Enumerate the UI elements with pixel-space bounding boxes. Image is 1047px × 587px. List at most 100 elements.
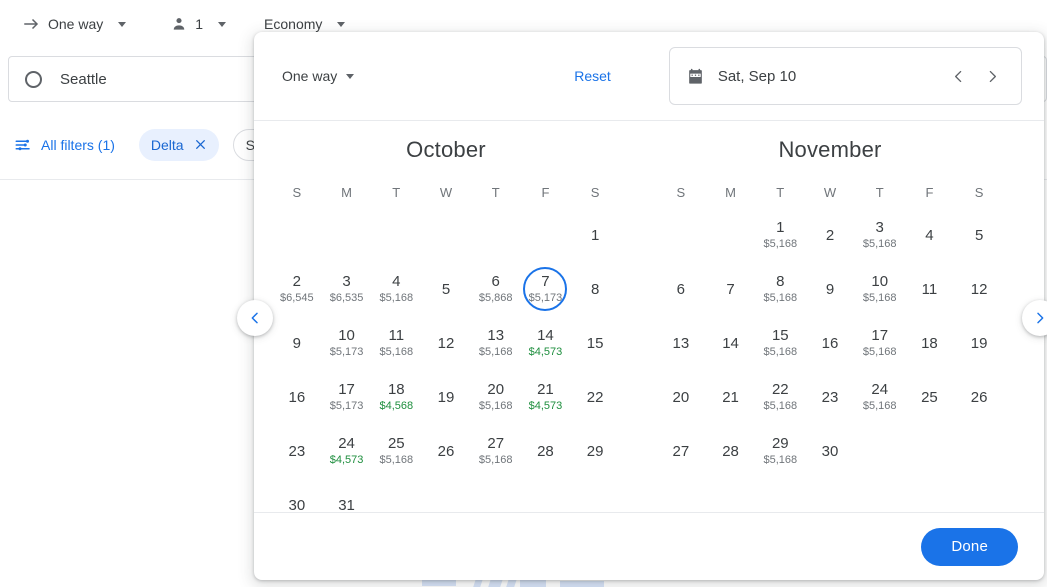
calendar-day-cell[interactable]: 10 $5,173 xyxy=(322,319,372,367)
calendar-day-cell[interactable]: 8 $5,168 xyxy=(755,265,805,313)
calendar-day-cell[interactable]: 1 xyxy=(570,211,620,259)
day-number: 20 xyxy=(672,388,690,406)
calendar-day-cell[interactable]: 9 xyxy=(272,319,322,367)
calendar-day-cell[interactable]: 12 xyxy=(954,265,1004,313)
calendar-day-cell[interactable]: 23 xyxy=(805,373,855,421)
calendar-day-cell[interactable]: 1 $5,168 xyxy=(755,211,805,259)
previous-day-button[interactable] xyxy=(941,59,975,93)
calendar-day-cell[interactable]: 25 xyxy=(905,373,955,421)
calendar-day-cell[interactable]: 26 xyxy=(954,373,1004,421)
day-number: 20 xyxy=(487,381,505,398)
calendar-day-cell[interactable]: 5 xyxy=(421,265,471,313)
calendar-day-cell[interactable]: 19 xyxy=(954,319,1004,367)
calendar-day-cell[interactable]: 18 $4,568 xyxy=(371,373,421,421)
calendar-day-cell[interactable]: 26 xyxy=(421,427,471,475)
calendar-empty-cell xyxy=(855,427,905,475)
calendar-day-cell[interactable]: 2 xyxy=(805,211,855,259)
calendar-day-cell[interactable]: 17 $5,173 xyxy=(322,373,372,421)
calendar-day-cell[interactable]: 4 $5,168 xyxy=(371,265,421,313)
calendar-day-cell[interactable]: 8 xyxy=(570,265,620,313)
day-number: 28 xyxy=(537,442,554,460)
calendar-day-cell[interactable]: 3 $5,168 xyxy=(855,211,905,259)
calendar-day-cell[interactable]: 14 $4,573 xyxy=(521,319,571,367)
day-number: 10 xyxy=(338,327,355,344)
calendar-day-cell[interactable]: 29 $5,168 xyxy=(755,427,805,475)
calendar-day-cell[interactable]: 16 xyxy=(272,373,322,421)
calendar-day-cell[interactable]: 5 xyxy=(954,211,1004,259)
calendar-day-cell[interactable]: 27 xyxy=(656,427,706,475)
chevron-down-icon xyxy=(346,73,355,79)
all-filters-label: All filters (1) xyxy=(41,136,115,153)
day-price: $5,168 xyxy=(763,292,798,304)
day-number: 5 xyxy=(441,280,451,298)
all-filters-button[interactable]: All filters (1) xyxy=(14,129,125,161)
calendar-day-cell[interactable]: 29 xyxy=(570,427,620,475)
calendar-day-cell[interactable]: 2 $6,545 xyxy=(272,265,322,313)
trip-type-selector[interactable]: One way xyxy=(14,7,134,41)
calendar-day-cell[interactable]: 11 $5,168 xyxy=(371,319,421,367)
day-number: 24 xyxy=(871,381,889,398)
calendar-day-cell[interactable]: 18 xyxy=(905,319,955,367)
reset-button[interactable]: Reset xyxy=(574,68,611,84)
calendar-week-row: 9 10 $5,173 11 $5,168 12 13 $5,168 14 $4,573 15 xyxy=(254,319,638,367)
calendar-day-cell[interactable]: 16 xyxy=(805,319,855,367)
calendar-day-cell[interactable]: 7 $5,173 xyxy=(521,265,571,313)
calendar-day-cell[interactable]: 15 xyxy=(570,319,620,367)
day-number: 15 xyxy=(771,327,789,344)
calendar-day-cell[interactable]: 17 $5,168 xyxy=(855,319,905,367)
day-number: 9 xyxy=(825,280,835,298)
calendar-day-cell[interactable]: 4 xyxy=(905,211,955,259)
filter-chip-airline[interactable]: Delta xyxy=(138,128,219,161)
calendar-week-row: 16 17 $5,173 18 $4,568 19 20 $5,168 21 $4,573 22 xyxy=(254,373,638,421)
calendar-day-cell[interactable]: 25 $5,168 xyxy=(371,427,421,475)
day-number: 18 xyxy=(387,381,405,398)
done-button[interactable]: Done xyxy=(921,527,1018,566)
calendar-day-cell[interactable]: 28 xyxy=(706,427,756,475)
calendar-day-cell[interactable]: 24 $5,168 xyxy=(855,373,905,421)
calendar-day-cell[interactable]: 6 xyxy=(656,265,706,313)
calendar-day-cell[interactable]: 7 xyxy=(706,265,756,313)
calendar-day-cell[interactable]: 28 xyxy=(521,427,571,475)
calendar-day-cell[interactable]: 22 xyxy=(570,373,620,421)
passengers-selector[interactable]: 1 xyxy=(162,7,234,41)
calendar-empty-cell xyxy=(322,211,372,259)
calendar-day-cell[interactable]: 23 xyxy=(272,427,322,475)
calendar-day-cell[interactable]: 10 $5,168 xyxy=(855,265,905,313)
day-price: $5,168 xyxy=(862,292,897,304)
calendar-day-cell[interactable]: 24 $4,573 xyxy=(322,427,372,475)
calendar-day-cell[interactable]: 20 $5,168 xyxy=(471,373,521,421)
calendar-day-cell[interactable]: 20 xyxy=(656,373,706,421)
calendar-day-cell[interactable]: 12 xyxy=(421,319,471,367)
weekday-header-row: S M T W T F S xyxy=(254,181,638,205)
calendar-day-cell[interactable]: 19 xyxy=(421,373,471,421)
calendar-day-cell[interactable]: 6 $5,868 xyxy=(471,265,521,313)
arrow-right-icon xyxy=(22,15,40,33)
calendar-day-cell[interactable]: 21 $4,573 xyxy=(521,373,571,421)
calendar-day-cell[interactable]: 27 $5,168 xyxy=(471,427,521,475)
day-number: 6 xyxy=(676,280,686,298)
calendar-day-cell[interactable]: 14 xyxy=(706,319,756,367)
calendar-day-cell[interactable]: 21 xyxy=(706,373,756,421)
departure-date-field[interactable]: Sat, Sep 10 xyxy=(668,47,1022,105)
day-number: 17 xyxy=(338,381,355,398)
calendar-day-cell[interactable]: 11 xyxy=(905,265,955,313)
calendar-day-cell[interactable]: 9 xyxy=(805,265,855,313)
dialog-trip-type-selector[interactable]: One way xyxy=(282,59,355,93)
close-icon[interactable] xyxy=(194,138,207,151)
day-number: 11 xyxy=(388,327,405,344)
calendar-day-cell[interactable]: 3 $6,535 xyxy=(322,265,372,313)
calendar-day-cell[interactable]: 13 xyxy=(656,319,706,367)
calendar-empty-cell xyxy=(421,211,471,259)
calendar-months: October S M T W T F S 1 2 $6,545 3 $6,535 4 $5… xyxy=(254,121,1044,529)
month-title: November xyxy=(778,137,882,162)
calendar-day-cell[interactable]: 30 xyxy=(805,427,855,475)
calendar-day-cell[interactable]: 22 $5,168 xyxy=(755,373,805,421)
day-price: $5,168 xyxy=(763,454,798,466)
day-number: 31 xyxy=(338,496,355,514)
next-day-button[interactable] xyxy=(975,59,1009,93)
calendar-day-cell[interactable]: 15 $5,168 xyxy=(755,319,805,367)
day-number: 27 xyxy=(487,435,505,452)
previous-month-button[interactable] xyxy=(237,300,273,336)
calendar-empty-cell xyxy=(371,211,421,259)
calendar-day-cell[interactable]: 13 $5,168 xyxy=(471,319,521,367)
